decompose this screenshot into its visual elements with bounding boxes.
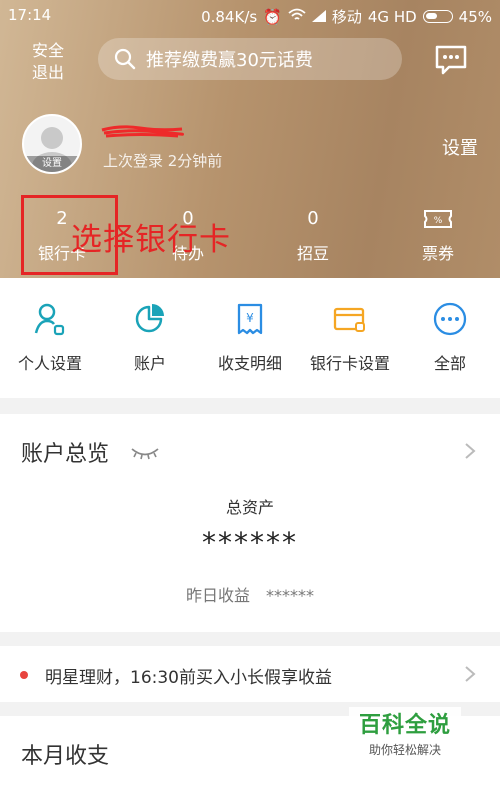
status-indicators: 0.84K/s ⏰ 移动 4G HD 45% (201, 6, 492, 27)
quick-actions: 个人设置 账户 ¥ 收支明细 银行卡设置 全部 (0, 278, 500, 398)
logout-button[interactable]: 安全 退出 (26, 40, 70, 84)
quick-action-label: 个人设置 (17, 354, 82, 373)
stat-label: 票券 (421, 244, 454, 263)
overview-title: 账户总览 (21, 442, 110, 467)
search-icon (114, 48, 136, 70)
stat-zhaodou[interactable]: 0 招豆 (263, 208, 363, 264)
total-assets-value: ****** (202, 526, 298, 559)
quick-action-label: 全部 (433, 354, 466, 373)
svg-text:%: % (434, 216, 443, 226)
quick-action-personal-settings[interactable]: 个人设置 (0, 302, 100, 374)
quick-action-label: 银行卡设置 (309, 354, 390, 373)
eye-closed-icon[interactable] (130, 446, 160, 460)
avatar[interactable]: 设置 (22, 114, 82, 174)
pie-chart-icon (135, 304, 164, 333)
person-settings-icon (34, 303, 65, 336)
redacted-username-scribble (101, 125, 184, 138)
search-placeholder: 推荐缴费赢30元话费 (146, 50, 313, 71)
stat-tickets[interactable]: % 票券 (388, 208, 488, 264)
message-icon[interactable] (434, 44, 468, 76)
battery-percent: 45% (458, 7, 492, 26)
status-bar: 17:14 0.84K/s ⏰ 移动 4G HD 45% (0, 0, 500, 30)
quick-action-label: 收支明细 (217, 354, 282, 373)
quick-action-card-settings[interactable]: 银行卡设置 (300, 302, 400, 374)
network-speed: 0.84K/s (201, 7, 258, 26)
avatar-settings-tag: 设置 (24, 156, 80, 172)
watermark-subtitle: 助你轻松解决 (368, 743, 441, 757)
svg-text:¥: ¥ (246, 311, 254, 325)
account-overview-card[interactable]: 账户总览 总资产 ****** 昨日收益 ****** (0, 414, 500, 632)
promo-dot (20, 671, 28, 679)
card-settings-icon (333, 307, 365, 332)
signal-icon (311, 8, 326, 26)
ticket-icon: % (424, 210, 452, 228)
network-type: 4G HD (367, 7, 417, 26)
promo-text: 明星理财，16:30前买入小长假享收益 (45, 668, 332, 688)
carrier-label: 移动 (331, 8, 362, 26)
stat-label: 招豆 (296, 244, 329, 263)
promo-banner[interactable]: 明星理财，16:30前买入小长假享收益 (0, 646, 500, 702)
quick-action-transactions[interactable]: ¥ 收支明细 (200, 302, 300, 374)
stat-value: 0 (307, 208, 319, 229)
battery-icon (422, 10, 453, 23)
yesterday-earnings-label: 昨日收益 (185, 586, 250, 605)
search-bar[interactable]: 推荐缴费赢30元话费 (98, 38, 402, 80)
monthly-title: 本月收支 (21, 744, 110, 769)
alarm-icon: ⏰ (263, 7, 282, 26)
yesterday-earnings-value: ****** (266, 586, 314, 605)
settings-link[interactable]: 设置 (442, 134, 478, 160)
quick-action-account[interactable]: 账户 (100, 302, 200, 374)
total-assets-label: 总资产 (225, 498, 274, 517)
receipt-icon: ¥ (237, 303, 263, 335)
status-time: 17:14 (8, 6, 52, 24)
quick-action-all[interactable]: 全部 (400, 302, 500, 374)
annotation-text: 选择银行卡 (71, 222, 231, 258)
more-icon (433, 302, 467, 336)
last-login-text: 上次登录 2分钟前 (103, 152, 223, 170)
quick-action-label: 账户 (133, 354, 166, 373)
wifi-icon (288, 8, 306, 26)
chevron-right-icon[interactable] (464, 442, 476, 460)
watermark-title: 百科全说 (358, 713, 451, 738)
yesterday-earnings-row: 昨日收益 ****** (0, 582, 500, 606)
baike-watermark-logo: 百科全说 助你轻松解决 (349, 707, 461, 765)
chevron-right-icon[interactable] (464, 665, 476, 683)
